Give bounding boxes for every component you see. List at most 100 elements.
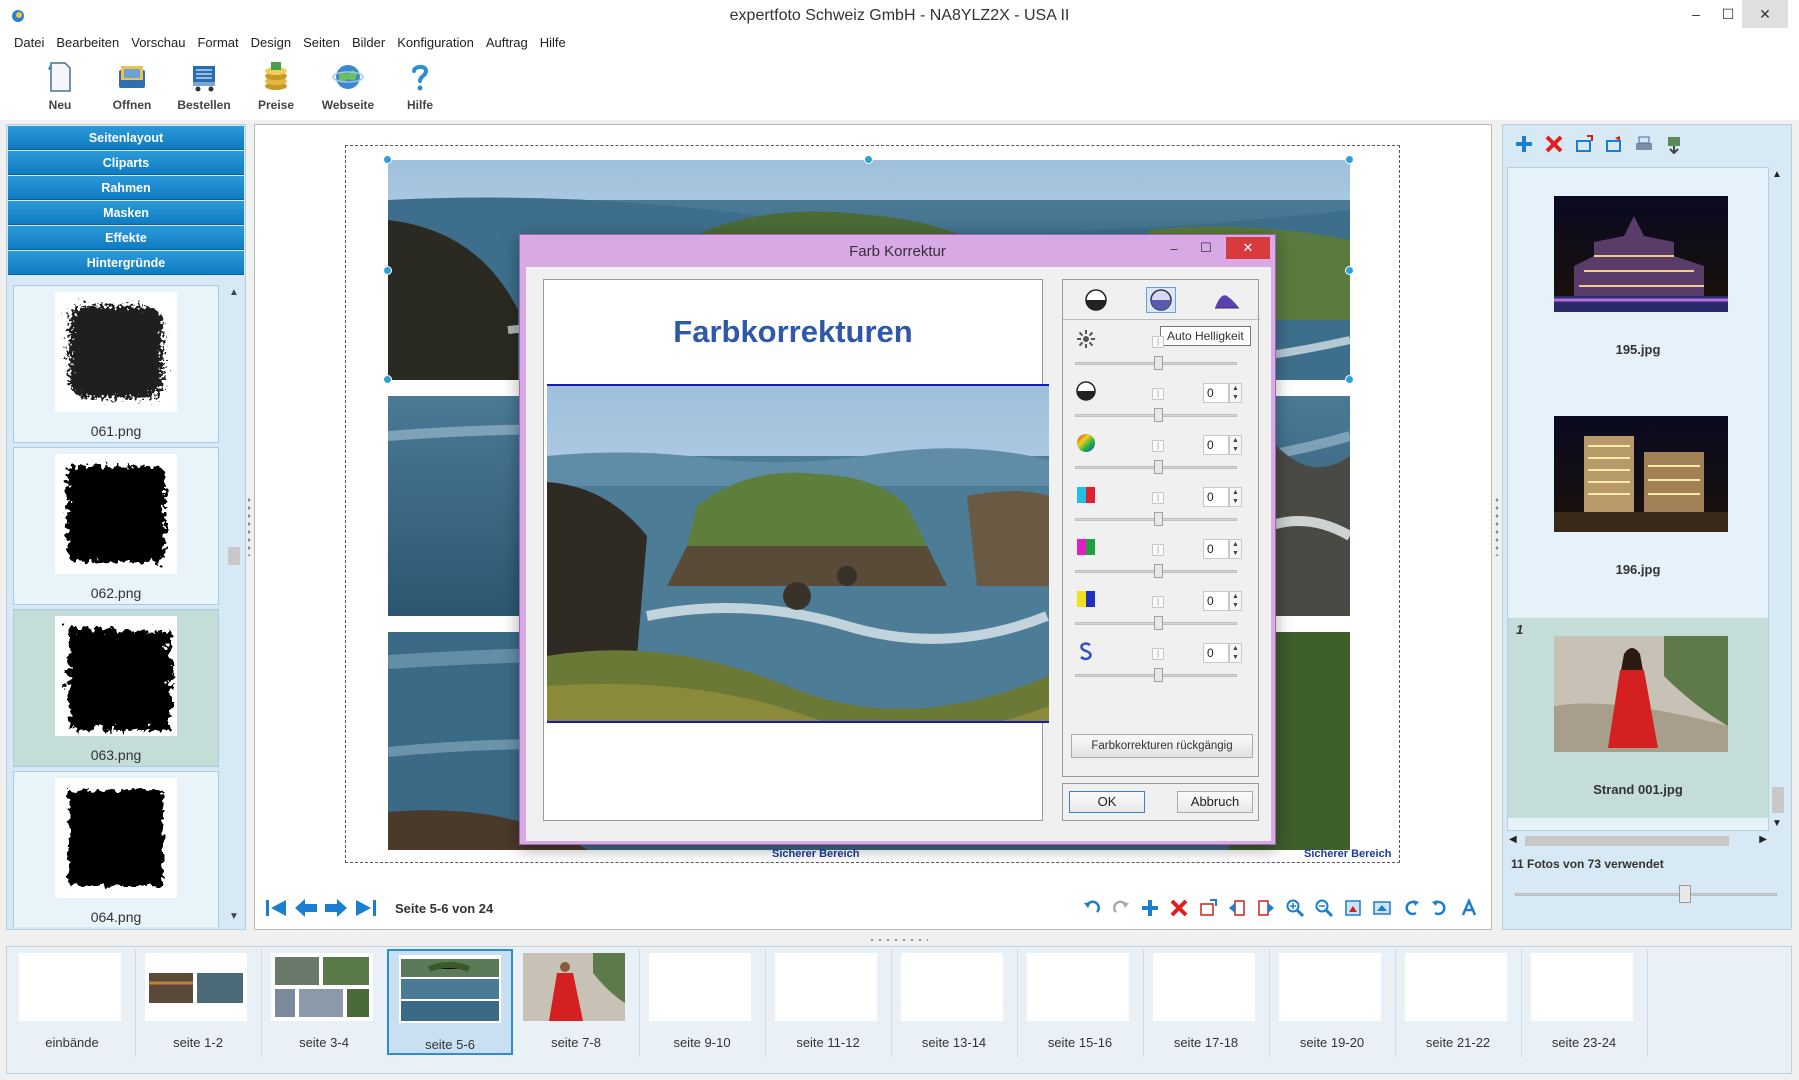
scanner-button[interactable] xyxy=(1629,131,1659,157)
mask-list-scrollbar[interactable]: ▲ ▼ xyxy=(227,285,241,927)
undo-button[interactable] xyxy=(1077,895,1106,921)
contrast-slider-handle[interactable] xyxy=(1154,408,1163,422)
photo-item-195[interactable]: 195.jpg xyxy=(1508,178,1768,378)
page-tile-9-10[interactable]: seite 9-10 xyxy=(639,949,766,1057)
resize-handle[interactable] xyxy=(383,375,392,384)
zoom-in-button[interactable] xyxy=(1280,895,1309,921)
prices-button[interactable]: Preise xyxy=(240,54,312,120)
photo-item-196[interactable]: 196.jpg xyxy=(1508,398,1768,598)
resize-handle[interactable] xyxy=(383,155,392,164)
page-tile-1-2[interactable]: seite 1-2 xyxy=(135,949,262,1057)
bottom-splitter-grip[interactable] xyxy=(868,937,928,943)
scroll-down-icon[interactable]: ▼ xyxy=(1772,818,1782,829)
cancel-button[interactable]: Abbruch xyxy=(1177,791,1253,813)
website-button[interactable]: Webseite xyxy=(312,54,384,120)
replace-photo-button[interactable] xyxy=(1599,131,1629,157)
cyan-red-value[interactable]: 0 xyxy=(1203,487,1229,507)
fit-page-button[interactable] xyxy=(1338,895,1367,921)
mask-item-061[interactable]: 061.png xyxy=(13,285,219,443)
order-button[interactable]: Bestellen xyxy=(168,54,240,120)
resize-handle[interactable] xyxy=(383,266,392,275)
manual-correction-button[interactable] xyxy=(1081,287,1111,313)
menu-konfiguration[interactable]: Konfiguration xyxy=(391,32,480,54)
yellow-blue-spinner[interactable]: ▲ ▼ xyxy=(1229,591,1242,611)
resize-handle[interactable] xyxy=(1345,155,1354,164)
menu-auftrag[interactable]: Auftrag xyxy=(480,32,534,54)
redo-button[interactable] xyxy=(1106,895,1135,921)
section-seitenlayout[interactable]: Seitenlayout xyxy=(8,126,244,150)
left-splitter-grip[interactable] xyxy=(246,496,252,556)
page-tile-3-4[interactable]: seite 3-4 xyxy=(261,949,388,1057)
scroll-right-icon[interactable]: ▶ xyxy=(1759,834,1767,845)
section-cliparts[interactable]: Cliparts xyxy=(8,151,244,175)
page-tile-13-14[interactable]: seite 13-14 xyxy=(891,949,1018,1057)
new-button[interactable]: Neu xyxy=(24,54,96,120)
resize-handle[interactable] xyxy=(1345,375,1354,384)
mask-item-063[interactable]: 063.png xyxy=(13,609,219,767)
help-button[interactable]: Hilfe xyxy=(384,54,456,120)
page-tile-17-18[interactable]: seite 17-18 xyxy=(1143,949,1270,1057)
menu-format[interactable]: Format xyxy=(191,32,244,54)
saturation-spinner[interactable]: ▲ ▼ xyxy=(1229,435,1242,455)
mask-item-062[interactable]: 062.png xyxy=(13,447,219,605)
section-masken[interactable]: Masken xyxy=(8,201,244,225)
menu-vorschau[interactable]: Vorschau xyxy=(125,32,191,54)
scroll-thumb[interactable] xyxy=(228,547,240,565)
page-tile-21-22[interactable]: seite 21-22 xyxy=(1395,949,1522,1057)
delete-frame-button[interactable] xyxy=(1164,895,1193,921)
zoom-out-button[interactable] xyxy=(1309,895,1338,921)
sharpness-value[interactable]: 0 xyxy=(1203,643,1229,663)
page-tile-19-20[interactable]: seite 19-20 xyxy=(1269,949,1396,1057)
rotate-left-button[interactable] xyxy=(1396,895,1425,921)
mask-item-064[interactable]: 064.png xyxy=(13,771,219,927)
menu-bilder[interactable]: Bilder xyxy=(346,32,391,54)
thumbnail-zoom-slider[interactable] xyxy=(1515,893,1777,896)
next-page-button[interactable] xyxy=(321,895,351,921)
frame-options-button[interactable] xyxy=(1193,895,1222,921)
section-rahmen[interactable]: Rahmen xyxy=(8,176,244,200)
first-page-button[interactable] xyxy=(261,895,291,921)
page-tile-23-24[interactable]: seite 23-24 xyxy=(1521,949,1648,1057)
magenta-green-slider-handle[interactable] xyxy=(1154,564,1163,578)
camera-download-button[interactable] xyxy=(1659,131,1689,157)
import-photo-button[interactable] xyxy=(1569,131,1599,157)
sharpness-spinner[interactable]: ▲ ▼ xyxy=(1229,643,1242,663)
page-tile-11-12[interactable]: seite 11-12 xyxy=(765,949,892,1057)
cyan-red-spinner[interactable]: ▲ ▼ xyxy=(1229,487,1242,507)
saturation-value[interactable]: 0 xyxy=(1203,435,1229,455)
move-back-button[interactable] xyxy=(1222,895,1251,921)
dialog-close-button[interactable]: ✕ xyxy=(1226,237,1270,259)
dialog-maximize-button[interactable]: ☐ xyxy=(1190,237,1222,259)
menu-hilfe[interactable]: Hilfe xyxy=(534,32,572,54)
previous-page-button[interactable] xyxy=(291,895,321,921)
histogram-button[interactable] xyxy=(1212,287,1242,313)
brightness-slider-handle[interactable] xyxy=(1154,356,1163,370)
move-front-button[interactable] xyxy=(1251,895,1280,921)
menu-bearbeiten[interactable]: Bearbeiten xyxy=(50,32,125,54)
resize-handle[interactable] xyxy=(1345,266,1354,275)
page-tile-7-8[interactable]: seite 7-8 xyxy=(513,949,640,1057)
open-button[interactable]: Offnen xyxy=(96,54,168,120)
remove-photo-button[interactable] xyxy=(1539,131,1569,157)
close-button[interactable]: ✕ xyxy=(1742,0,1788,28)
thumbnail-zoom-handle[interactable] xyxy=(1679,885,1691,903)
right-splitter-grip[interactable] xyxy=(1494,496,1500,556)
scroll-up-icon[interactable]: ▲ xyxy=(1772,169,1782,180)
hscroll-thumb[interactable] xyxy=(1525,836,1729,846)
photo-list-hscrollbar[interactable]: ◀ ▶ xyxy=(1507,833,1769,849)
scroll-left-icon[interactable]: ◀ xyxy=(1509,834,1517,845)
fit-width-button[interactable] xyxy=(1367,895,1396,921)
resize-handle[interactable] xyxy=(864,155,873,164)
magenta-green-spinner[interactable]: ▲ ▼ xyxy=(1229,539,1242,559)
magenta-green-value[interactable]: 0 xyxy=(1203,539,1229,559)
auto-brightness-button[interactable] xyxy=(1146,286,1177,313)
ok-button[interactable]: OK xyxy=(1069,791,1145,813)
reset-corrections-button[interactable]: Farbkorrekturen rückgängig xyxy=(1071,734,1253,758)
menu-datei[interactable]: Datei xyxy=(8,32,50,54)
menu-seiten[interactable]: Seiten xyxy=(297,32,346,54)
photo-item-strand-001[interactable]: 1 Strand 001.jpg xyxy=(1508,618,1768,818)
text-button[interactable] xyxy=(1454,895,1483,921)
scroll-thumb[interactable] xyxy=(1772,787,1784,813)
scroll-up-icon[interactable]: ▲ xyxy=(227,287,241,301)
dialog-minimize-button[interactable]: – xyxy=(1158,237,1190,259)
